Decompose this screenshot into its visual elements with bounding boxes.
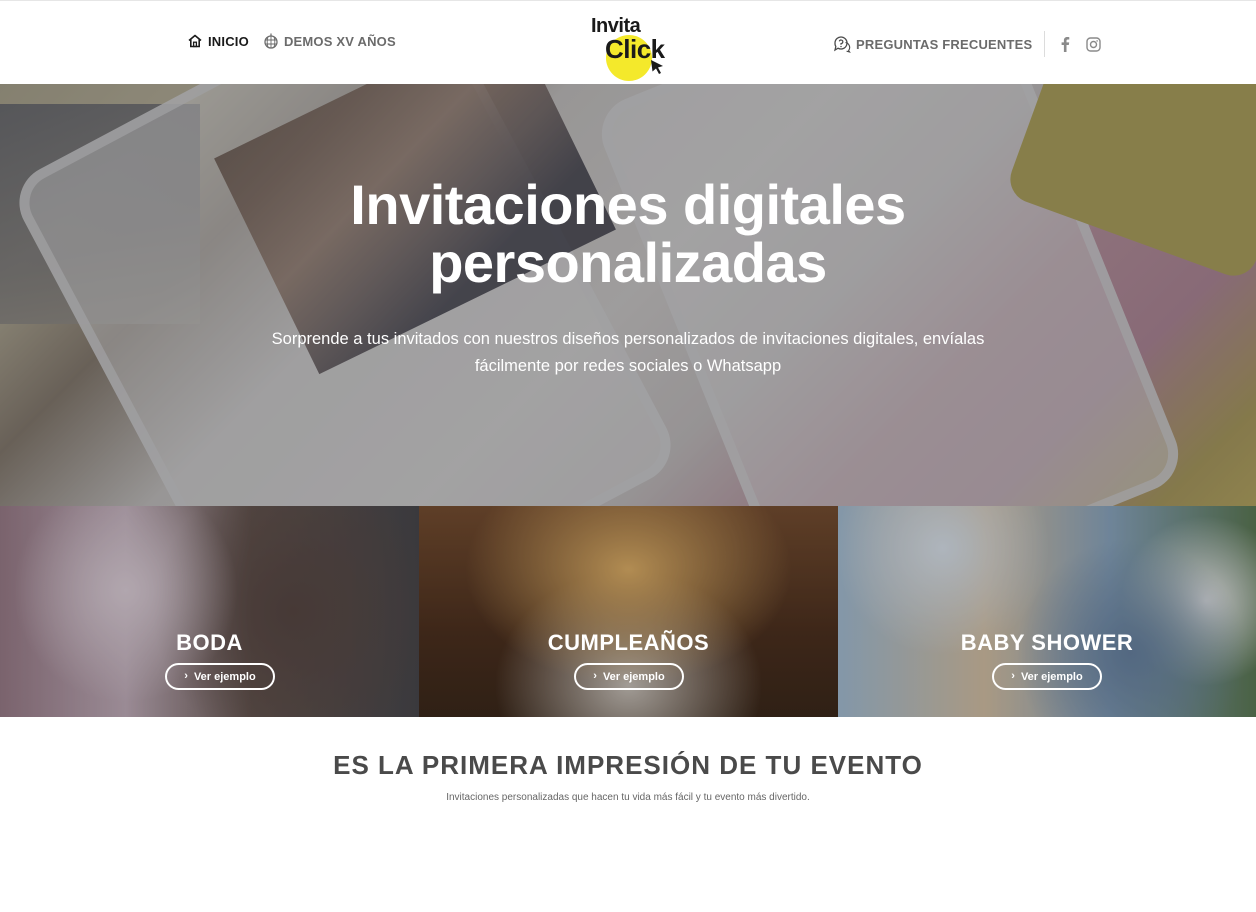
chevron-right-icon: › [1011, 670, 1015, 682]
category-title-boda: BODA [176, 630, 243, 655]
site-logo[interactable]: Invita Click [588, 13, 672, 81]
site-header: INICIO DEMOS XV AÑOS Invita Click PREGUN… [0, 0, 1256, 84]
category-title-baby-shower: BABY SHOWER [960, 630, 1134, 655]
nav-item-demos-xv[interactable]: DEMOS XV AÑOS [263, 33, 396, 49]
ver-ejemplo-baby-shower-button[interactable]: › Ver ejemplo [992, 663, 1102, 690]
hero-subtitle-line-2: fácilmente por redes sociales o Whatsapp [474, 357, 782, 375]
hero-banner: Invitaciones digitales personalizadas So… [0, 84, 1256, 506]
hero-subtitle-line-1: Sorprende a tus invitados con nuestros d… [271, 330, 985, 348]
instagram-icon[interactable] [1085, 36, 1101, 52]
nav-label-demos-xv: DEMOS XV AÑOS [283, 33, 396, 49]
category-tiles: BODA › Ver ejemplo CUMPLEAÑOS › Ver ejem… [0, 506, 1256, 717]
hero-title-line-1: Invitaciones digitales [350, 173, 906, 236]
chat-question-icon [833, 35, 851, 53]
home-icon [187, 33, 203, 49]
category-tile-cumpleanos[interactable]: CUMPLEAÑOS › Ver ejemplo [419, 506, 838, 717]
hero-title-line-2: personalizadas [429, 231, 827, 294]
section-title: ES LA PRIMERA IMPRESIÓN DE TU EVENTO [333, 750, 923, 780]
button-label: Ver ejemplo [602, 670, 665, 683]
hero-overlay [0, 84, 1256, 506]
header-divider [1044, 31, 1046, 57]
hero-subtitle: Sorprende a tus invitados con nuestros d… [270, 326, 986, 380]
chevron-right-icon: › [593, 670, 597, 682]
nav-item-preguntas-frecuentes[interactable]: PREGUNTAS FRECUENTES [833, 35, 1032, 53]
main-nav: INICIO DEMOS XV AÑOS [187, 33, 396, 49]
facebook-icon[interactable] [1057, 36, 1073, 52]
social-links [1057, 36, 1101, 52]
button-label: Ver ejemplo [1020, 670, 1083, 683]
ver-ejemplo-cumpleanos-button[interactable]: › Ver ejemplo [574, 663, 684, 690]
category-tile-baby-shower[interactable]: BABY SHOWER › Ver ejemplo [838, 506, 1256, 717]
nav-item-inicio[interactable]: INICIO [187, 33, 249, 49]
category-tile-boda[interactable]: BODA › Ver ejemplo [0, 506, 419, 717]
hero-title: Invitaciones digitales personalizadas [0, 176, 1256, 292]
faq-label: PREGUNTAS FRECUENTES [856, 36, 1033, 52]
ver-ejemplo-boda-button[interactable]: › Ver ejemplo [165, 663, 275, 690]
disco-ball-icon [263, 33, 279, 49]
section-subtitle: Invitaciones personalizadas que hacen tu… [446, 792, 810, 803]
category-title-cumpleanos: CUMPLEAÑOS [547, 630, 710, 655]
nav-label-inicio: INICIO [208, 33, 249, 49]
chevron-right-icon: › [184, 670, 188, 682]
nav-right: PREGUNTAS FRECUENTES [833, 31, 1101, 57]
button-label: Ver ejemplo [193, 670, 256, 683]
cursor-icon [650, 59, 666, 75]
